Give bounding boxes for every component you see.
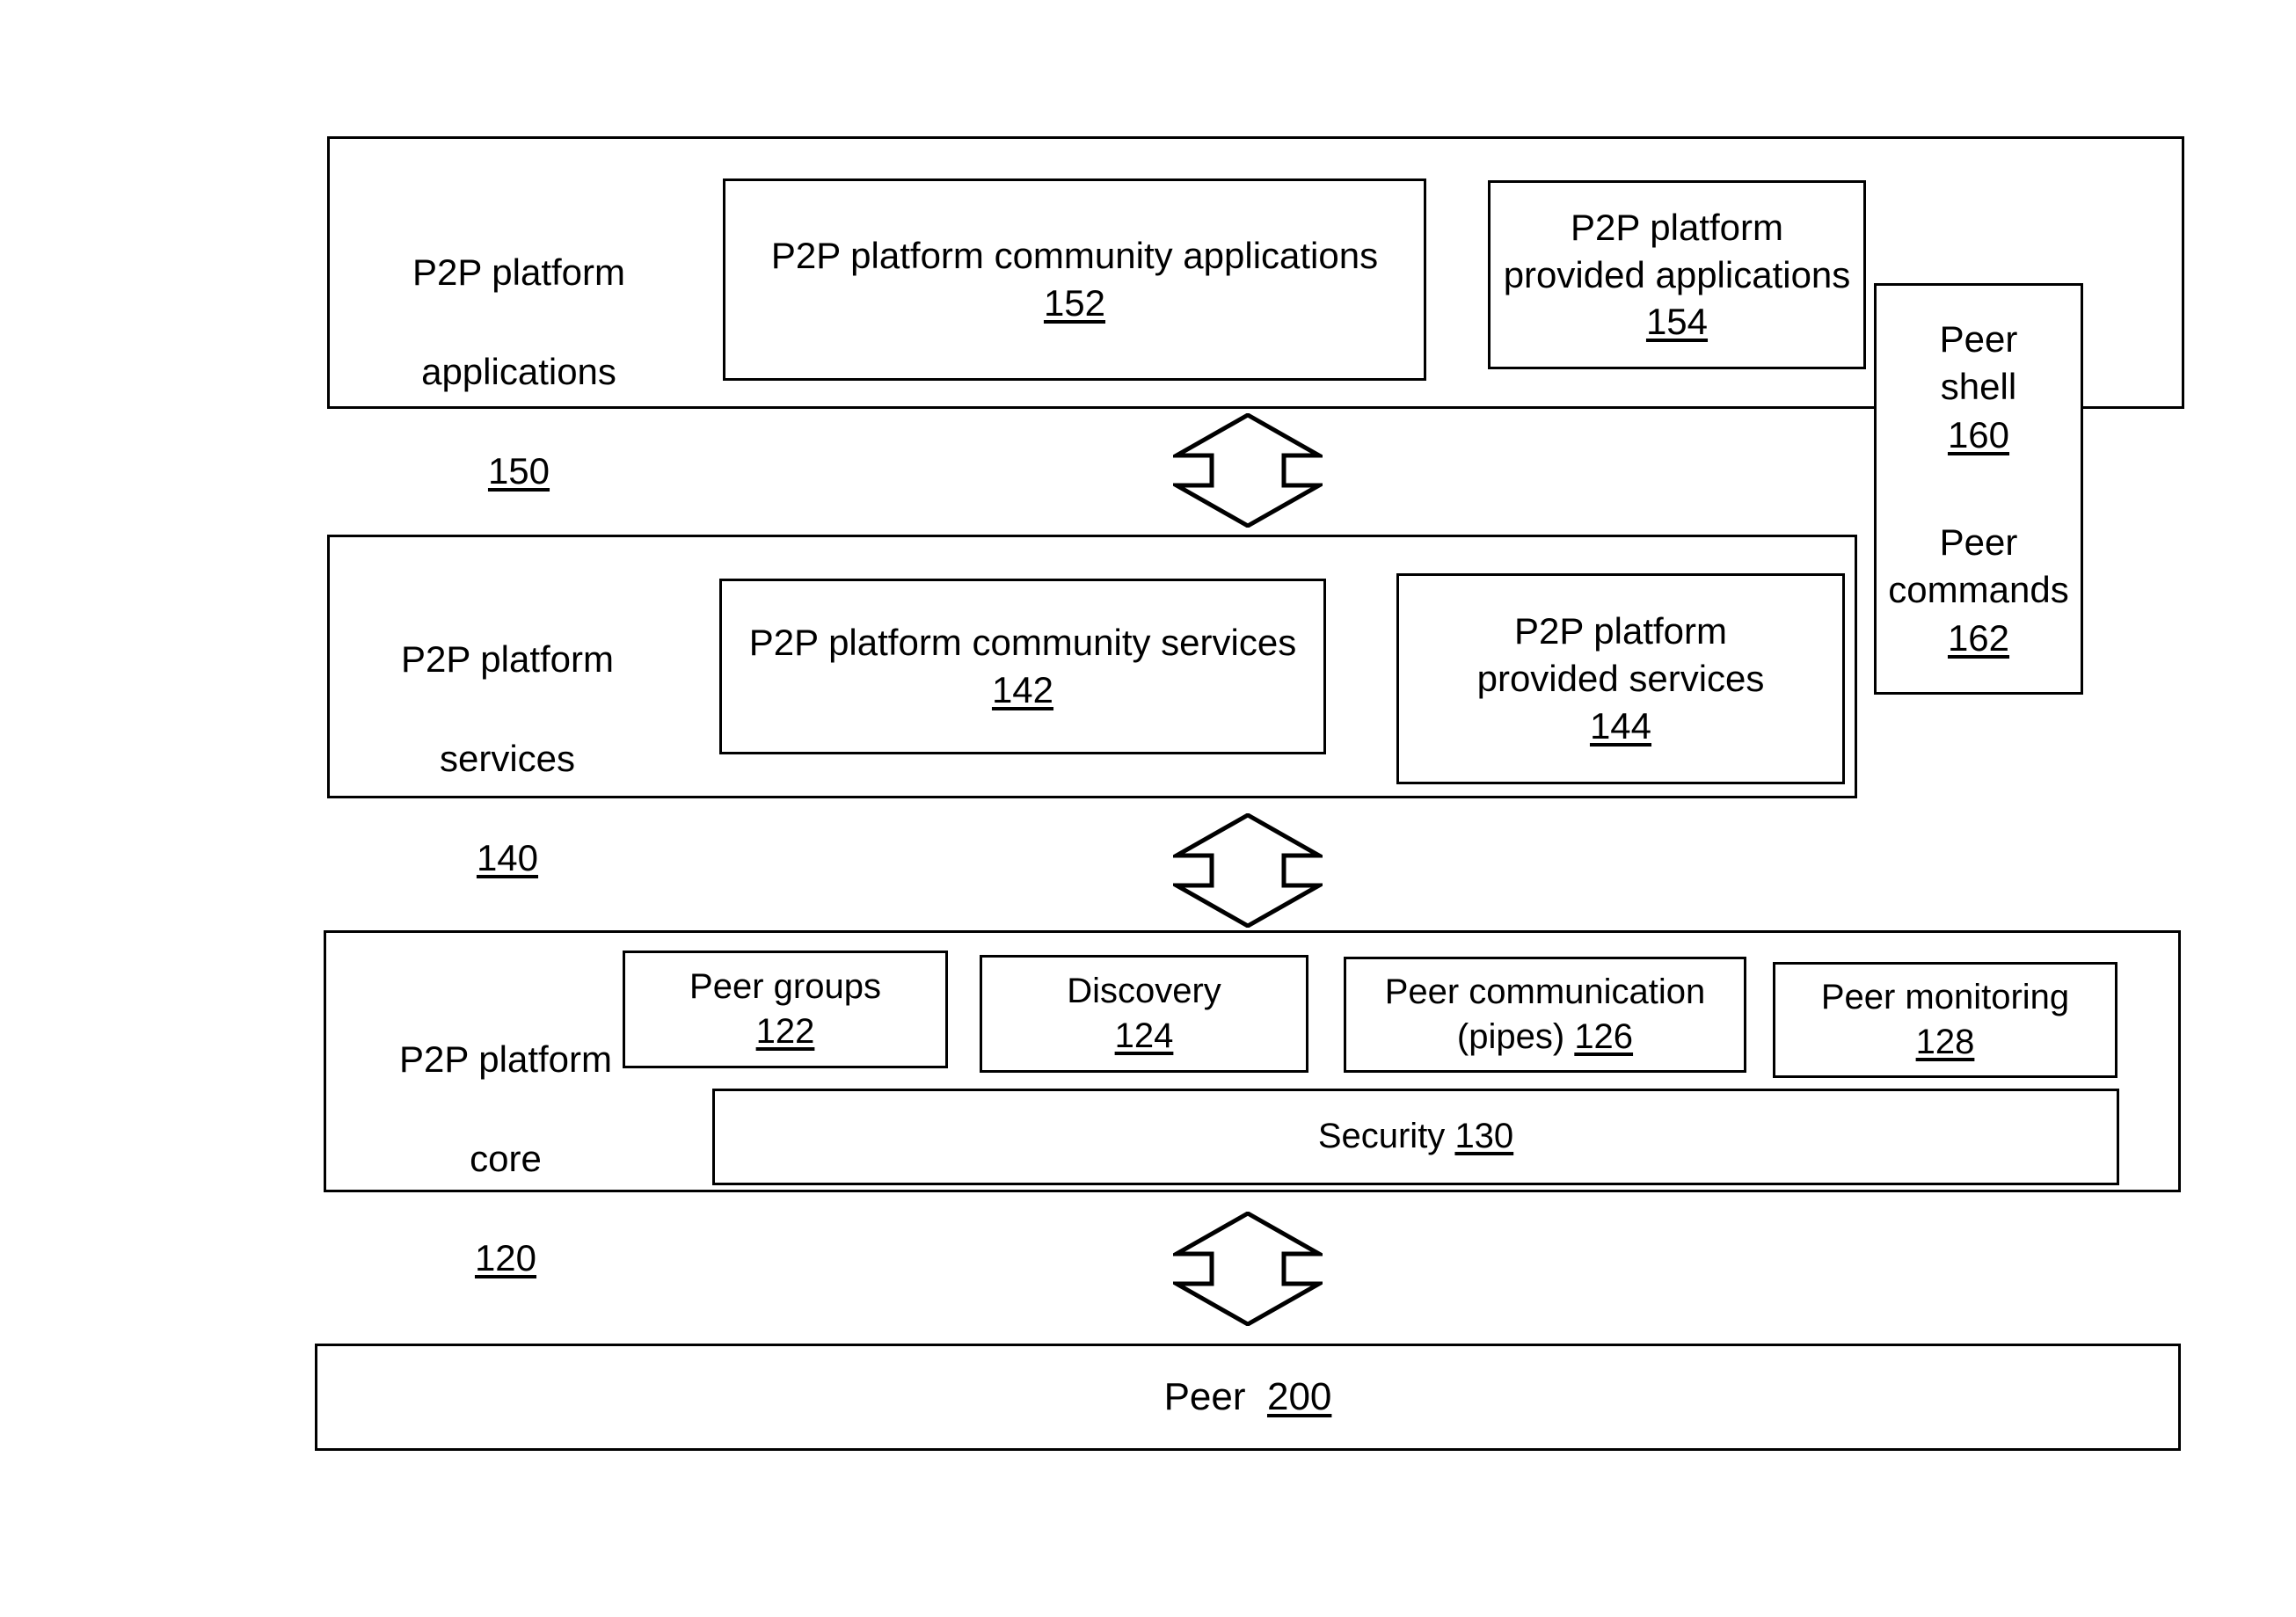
peer-spacer	[1246, 1373, 1267, 1422]
layer-services-title-line2: services	[439, 738, 576, 780]
layer-core-title-line2: core	[470, 1138, 542, 1180]
layer-core-ref: 120	[474, 1237, 537, 1279]
layer-applications-ref: 150	[487, 450, 550, 492]
provided-applications-label-1: P2P platform	[1570, 206, 1783, 248]
peer-commands-group: Peer commands 162	[1888, 519, 2068, 663]
community-services-label: P2P platform community services	[748, 622, 1297, 664]
layer-core-title: P2P platform core 120	[361, 985, 651, 1284]
discovery-ref: 124	[1114, 1016, 1174, 1055]
peer-shell-label-1: Peer	[1939, 317, 2018, 360]
peer-commands-label-2: commands	[1888, 569, 2069, 611]
peer-commands-ref: 162	[1947, 616, 2010, 659]
peer-communication-line2: (pipes) 126	[1457, 1015, 1633, 1060]
peer-groups-label: Peer groups	[689, 966, 881, 1006]
box-security: Security 130	[712, 1089, 2119, 1185]
box-peer-groups: Peer groups 122	[623, 951, 948, 1068]
layer-applications-title-line1: P2P platform	[412, 251, 625, 293]
layer-services-title-line1: P2P platform	[400, 637, 614, 680]
peer-ref: 200	[1266, 1374, 1332, 1418]
layer-applications-title-line2: applications	[421, 351, 616, 393]
box-provided-applications: P2P platform provided applications 154	[1488, 180, 1866, 369]
figure-canvas: P2P platform applications 150 P2P platfo…	[0, 0, 2296, 1617]
provided-services-label-2: provided services	[1476, 658, 1765, 700]
applications-services-arrow	[1173, 413, 1323, 528]
box-discovery: Discovery 124	[980, 955, 1308, 1073]
layer-services-ref: 140	[476, 837, 539, 879]
peer-shell-ref: 160	[1947, 413, 2010, 455]
peer-monitoring-label: Peer monitoring	[1820, 977, 2070, 1016]
core-peer-arrow	[1173, 1212, 1323, 1326]
community-services-ref: 142	[991, 669, 1054, 710]
discovery-label: Discovery	[1067, 971, 1221, 1010]
peer-communication-label-2: (pipes)	[1456, 1017, 1565, 1056]
box-peer: Peer 200	[315, 1344, 2181, 1451]
box-peer-communication: Peer communication (pipes) 126	[1344, 957, 1746, 1073]
provided-applications-ref: 154	[1645, 301, 1709, 343]
services-core-arrow	[1173, 813, 1323, 928]
peer-groups-ref: 122	[755, 1012, 815, 1051]
box-community-services: P2P platform community services 142	[719, 579, 1326, 754]
provided-applications-label-2: provided applications	[1503, 253, 1851, 295]
layer-core-title-line1: P2P platform	[398, 1038, 612, 1080]
peer-label: Peer	[1163, 1374, 1246, 1418]
security-ref: 130	[1454, 1117, 1514, 1156]
peer-shell-group: Peer shell 160	[1940, 316, 2018, 460]
box-community-applications: P2P platform community applications 152	[723, 178, 1426, 381]
peer-commands-label-1: Peer	[1939, 521, 2018, 563]
box-peer-shell-commands: Peer shell 160 Peer commands 162	[1874, 283, 2083, 695]
layer-applications-title: P2P platform applications 150	[369, 198, 668, 497]
peer-shell-label-2: shell	[1940, 366, 2017, 408]
layer-services-title: P2P platform services 140	[362, 585, 652, 884]
community-applications-ref: 152	[1043, 282, 1106, 324]
peer-monitoring-ref: 128	[1915, 1023, 1975, 1061]
provided-services-label-1: P2P platform	[1513, 610, 1727, 652]
provided-services-ref: 144	[1589, 704, 1652, 747]
box-provided-services: P2P platform provided services 144	[1396, 573, 1845, 784]
security-label: Security	[1317, 1117, 1446, 1156]
security-spacer	[1445, 1114, 1454, 1159]
box-peer-monitoring: Peer monitoring 128	[1773, 962, 2117, 1078]
peer-communication-label-1: Peer communication	[1384, 972, 1706, 1011]
community-applications-label: P2P platform community applications	[770, 235, 1379, 277]
peer-communication-ref: 126	[1574, 1017, 1634, 1056]
